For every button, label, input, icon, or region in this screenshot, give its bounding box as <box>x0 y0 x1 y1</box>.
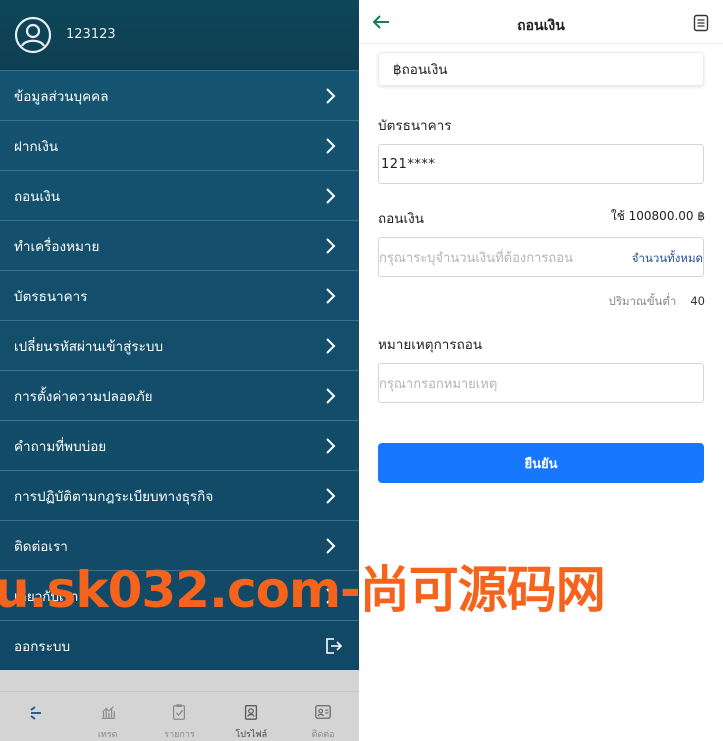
menu-item-label: การตั้งค่าความปลอดภัย <box>14 388 153 405</box>
menu-item-label: ฝากเงิน <box>14 138 59 155</box>
withdraw-method[interactable]: ฿ถอนเงิน <box>378 52 704 86</box>
menu-item-label: ติดต่อเรา <box>14 538 68 555</box>
menu-item-label: ถอนเงิน <box>14 188 60 205</box>
chevron-right-icon <box>326 388 336 404</box>
minimum-amount-label: ปริมาณขั้นต่ำ <box>608 294 677 308</box>
minimum-amount-value: 40 <box>690 294 705 308</box>
user-avatar-icon[interactable] <box>14 16 52 54</box>
menu-item-label: ทำเครื่องหมาย <box>14 238 100 255</box>
home-icon <box>30 706 41 720</box>
menu-item-logout[interactable]: ออกระบบ <box>0 620 359 670</box>
clipboard-check-icon <box>173 704 186 720</box>
chevron-right-icon <box>326 188 336 204</box>
bank-card-value: 121**** <box>381 156 436 172</box>
nav-contact[interactable]: ติดต่อ <box>287 692 359 741</box>
chevron-right-icon <box>326 538 336 554</box>
amount-input[interactable]: กรุณาระบุจำนวนเงินที่ต้องการถอน จำนวนทั้… <box>378 237 704 277</box>
chevron-right-icon <box>326 238 336 254</box>
chevron-right-icon <box>326 438 336 454</box>
nav-profile[interactable]: โปรไฟล์ <box>215 692 287 741</box>
menu-item-faq[interactable]: คำถามที่พบบ่อย <box>0 420 359 470</box>
chevron-right-icon <box>326 288 336 304</box>
remark-label: หมายเหตุการถอน <box>378 337 483 353</box>
records-icon[interactable] <box>693 14 709 32</box>
chart-icon <box>101 706 115 719</box>
available-balance: ใช้ 100800.00 ฿ <box>610 209 705 223</box>
page-title: ถอนเงิน <box>517 18 565 34</box>
menu-item-profile[interactable]: ข้อมูลส่วนบุคคล <box>0 70 359 120</box>
sidebar: 123123 ข้อมูลส่วนบุคคล ฝากเงิน ถอนเงิน ท… <box>0 0 359 741</box>
username: 123123 <box>66 27 116 42</box>
menu-item-label: ข้อมูลส่วนบุคคล <box>14 88 109 105</box>
chevron-right-icon <box>326 338 336 354</box>
remark-input[interactable]: กรุณากรอกหมายเหตุ <box>378 363 704 403</box>
menu-item-label: การปฏิบัติตามกฎระเบียบทางธุรกิจ <box>14 488 214 505</box>
minimum-amount: ปริมาณขั้นต่ำ 40 <box>609 293 705 311</box>
menu-item-deposit[interactable]: ฝากเงิน <box>0 120 359 170</box>
bank-card-field[interactable]: 121**** <box>378 144 704 184</box>
app-root: 123123 ข้อมูลส่วนบุคคล ฝากเงิน ถอนเงิน ท… <box>0 0 723 741</box>
sidebar-spacer <box>0 670 359 691</box>
nav-label: เทรด <box>97 730 118 740</box>
amount-label: ถอนเงิน <box>378 211 424 227</box>
confirm-button[interactable]: ยืนยัน <box>378 443 704 483</box>
nav-home[interactable] <box>0 692 72 741</box>
watermark: u.sk032.com-尚可源码网 <box>0 561 606 619</box>
sidebar-header: 123123 <box>0 0 359 70</box>
amount-placeholder: กรุณาระบุจำนวนเงินที่ต้องการถอน <box>379 250 573 266</box>
withdraw-header: ถอนเงิน <box>359 0 723 44</box>
menu-item-change-password[interactable]: เปลี่ยนรหัสผ่านเข้าสู่ระบบ <box>0 320 359 370</box>
nav-orders[interactable]: รายการ <box>144 692 216 741</box>
menu-item-withdraw[interactable]: ถอนเงิน <box>0 170 359 220</box>
menu-item-label: บัตรธนาคาร <box>14 288 88 305</box>
nav-label: โปรไฟล์ <box>235 730 268 740</box>
withdraw-all-button[interactable]: จำนวนทั้งหมด <box>632 250 703 268</box>
menu-item-bank-card[interactable]: บัตรธนาคาร <box>0 270 359 320</box>
chevron-right-icon <box>326 88 336 104</box>
nav-label: ติดต่อ <box>311 730 335 740</box>
badge-icon <box>245 705 258 720</box>
bank-card-label: บัตรธนาคาร <box>378 118 452 134</box>
contact-card-icon <box>315 705 331 719</box>
bottom-nav: เทรด รายการ โปรไฟล์ ติดต่อ <box>0 691 359 741</box>
menu-item-label: คำถามที่พบบ่อย <box>14 438 107 455</box>
remark-placeholder: กรุณากรอกหมายเหตุ <box>379 376 498 392</box>
withdraw-method-label: ฿ถอนเงิน <box>393 62 448 78</box>
chevron-right-icon <box>326 138 336 154</box>
logout-icon <box>326 638 343 654</box>
nav-trade[interactable]: เทรด <box>72 692 144 741</box>
menu-item-mark[interactable]: ทำเครื่องหมาย <box>0 220 359 270</box>
withdraw-panel: ถอนเงิน ฿ถอนเงิน บัตรธนาคาร 121**** ถอนเ… <box>359 0 723 741</box>
nav-label: รายการ <box>164 730 195 740</box>
menu-item-label: ออกระบบ <box>14 638 71 655</box>
menu-item-compliance[interactable]: การปฏิบัติตามกฎระเบียบทางธุรกิจ <box>0 470 359 520</box>
menu-item-label: เปลี่ยนรหัสผ่านเข้าสู่ระบบ <box>14 338 164 355</box>
chevron-right-icon <box>326 488 336 504</box>
menu-item-security[interactable]: การตั้งค่าความปลอดภัย <box>0 370 359 420</box>
